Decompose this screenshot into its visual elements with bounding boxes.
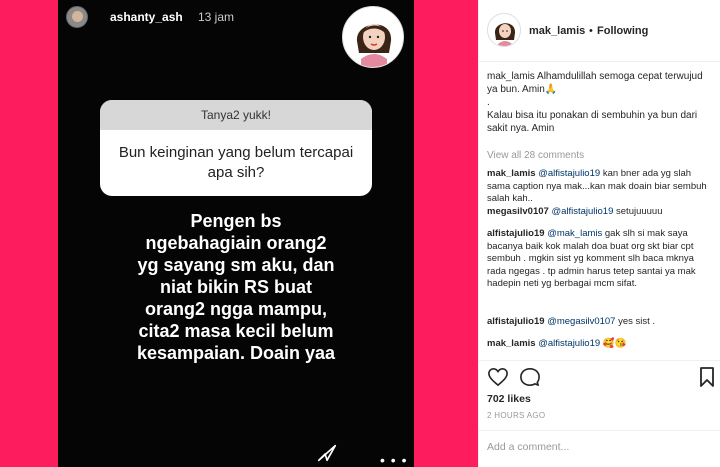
comment: alfistajulio19 @megasilv0107 yes sist . bbox=[487, 316, 715, 329]
comment-text: 🥰😘 bbox=[602, 338, 627, 349]
cartoon-avatar-sticker bbox=[342, 6, 404, 68]
comment-mention[interactable]: @alfistajulio19 bbox=[538, 338, 600, 349]
comment-mention[interactable]: @alfistajulio19 bbox=[538, 168, 600, 179]
caption-text-2: Kalau bisa itu ponakan di sembuhin ya bu… bbox=[487, 110, 698, 134]
comment: mak_lamis @alfistajulio19 kan bner ada y… bbox=[487, 168, 715, 206]
comment-text: yes sist . bbox=[618, 316, 656, 327]
comment-icon[interactable] bbox=[519, 367, 541, 387]
following-button[interactable]: Following bbox=[597, 25, 648, 37]
bookmark-icon[interactable] bbox=[699, 366, 715, 388]
question-title: Tanya2 yukk! bbox=[100, 100, 372, 130]
comment-mention[interactable]: @mak_lamis bbox=[547, 228, 602, 239]
add-comment-input[interactable] bbox=[487, 441, 707, 453]
story-answer-text: Pengen bs ngebahagiain orang2 yg sayang … bbox=[136, 211, 336, 363]
post-actions bbox=[479, 360, 720, 390]
comment: mak_lamis @alfistajulio19 🥰😘 bbox=[487, 338, 715, 351]
author-username[interactable]: mak_lamis bbox=[529, 25, 585, 37]
post-caption: mak_lamis Alhamdulillah semoga cepat ter… bbox=[487, 70, 713, 135]
send-icon bbox=[317, 444, 337, 462]
comment-username[interactable]: mak_lamis bbox=[487, 338, 536, 349]
view-all-comments-link[interactable]: View all 28 comments bbox=[487, 150, 584, 161]
question-text: Bun keinginan yang belum tercapai apa si… bbox=[118, 144, 354, 181]
more-dots-icon: • • • bbox=[380, 452, 408, 467]
comment-mention[interactable]: @megasilv0107 bbox=[547, 316, 615, 327]
post-timestamp: 2 HOURS AGO bbox=[487, 411, 546, 420]
likes-count[interactable]: 702 likes bbox=[487, 393, 531, 405]
comment-username[interactable]: megasilv0107 bbox=[487, 206, 549, 217]
comment-username[interactable]: mak_lamis bbox=[487, 168, 536, 179]
story-username: ashanty_ash bbox=[110, 10, 183, 24]
story-screenshot: ashanty_ash 13 jam Tanya2 yukk! Bun kein… bbox=[58, 0, 414, 467]
story-avatar bbox=[66, 6, 88, 28]
comment-username[interactable]: alfistajulio19 bbox=[487, 228, 545, 239]
comment: megasilv0107 @alfistajulio19 setujuuuuu bbox=[487, 206, 715, 219]
post-sidebar: mak_lamis • Following mak_lamis Alhamdul… bbox=[478, 0, 720, 467]
post-header: mak_lamis • Following bbox=[479, 0, 720, 62]
comment-box bbox=[479, 430, 720, 467]
comment-text: setujuuuuu bbox=[616, 206, 663, 217]
comment-mention[interactable]: @alfistajulio19 bbox=[551, 206, 613, 217]
author-avatar[interactable] bbox=[487, 13, 521, 47]
story-time: 13 jam bbox=[198, 10, 235, 24]
separator-dot: • bbox=[589, 25, 593, 37]
comment: alfistajulio19 @mak_lamis gak slh si mak… bbox=[487, 228, 715, 291]
post-media: ashanty_ash 13 jam Tanya2 yukk! Bun kein… bbox=[0, 0, 478, 467]
comment-username[interactable]: alfistajulio19 bbox=[487, 316, 545, 327]
caption-separator: . bbox=[487, 97, 490, 108]
question-sticker: Tanya2 yukk! Bun keinginan yang belum te… bbox=[100, 100, 372, 196]
caption-username[interactable]: mak_lamis bbox=[487, 71, 535, 82]
heart-icon[interactable] bbox=[487, 367, 509, 387]
